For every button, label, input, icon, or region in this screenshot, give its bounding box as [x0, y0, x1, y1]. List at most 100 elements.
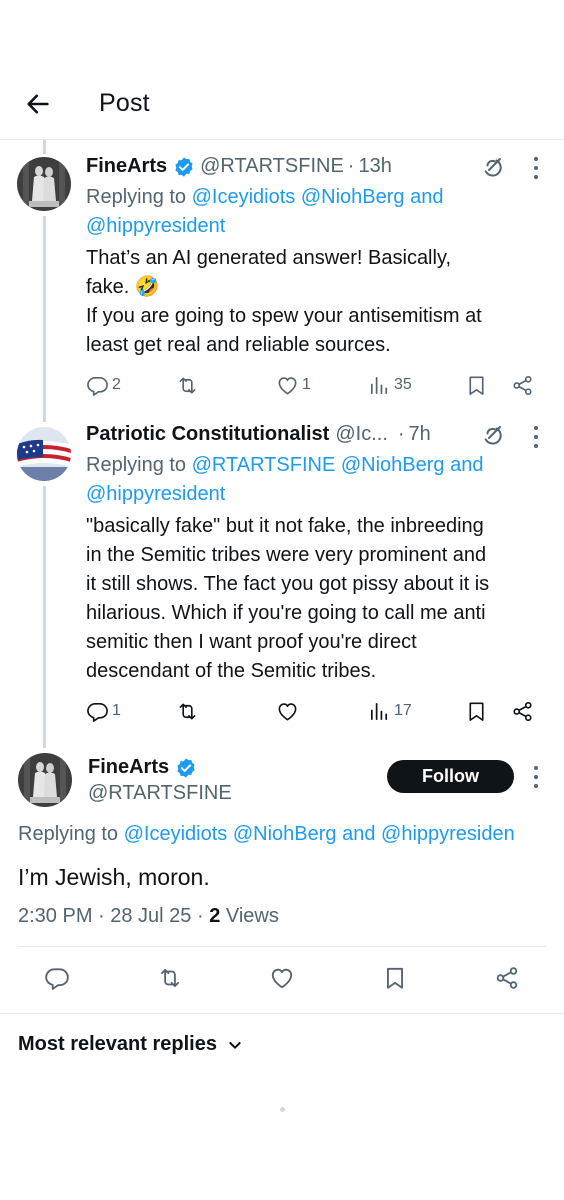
repost-button[interactable]	[157, 965, 183, 996]
timestamp[interactable]: 7h	[409, 423, 431, 446]
mention-link[interactable]: @RTARTSFINE	[192, 454, 336, 476]
user-handle[interactable]: @RTARTSFINE	[88, 782, 232, 805]
back-button[interactable]	[22, 88, 54, 120]
user-handle[interactable]: @Ic...	[335, 423, 388, 446]
repost-icon	[157, 965, 183, 991]
grok-icon[interactable]	[480, 423, 504, 452]
post-text: I’m Jewish, moron.	[18, 864, 210, 890]
verified-badge-icon	[175, 757, 197, 779]
avatar[interactable]	[18, 753, 72, 807]
bookmark-button[interactable]	[465, 370, 488, 400]
mention-link[interactable]: @hippyresiden	[381, 823, 515, 845]
display-name-row: FineArts	[88, 756, 202, 779]
views-chart-icon	[368, 700, 391, 723]
mention-link[interactable]: @Iceyidiots	[124, 823, 228, 845]
text-line: in the Semitic tribes were very prominen…	[86, 544, 487, 566]
bookmark-button[interactable]	[382, 965, 408, 996]
separator-dot: ·	[347, 155, 355, 177]
share-button[interactable]	[494, 965, 520, 996]
text-line: descendant of the Semitic tribes.	[86, 660, 377, 682]
post-actions	[0, 965, 564, 997]
follow-button[interactable]: Follow	[387, 760, 514, 793]
flag-avatar-image	[17, 427, 71, 481]
text-line: hilarious. Which if you're going to call…	[86, 602, 486, 624]
share-button[interactable]	[511, 696, 534, 726]
heart-icon	[269, 965, 295, 991]
bookmark-icon	[465, 700, 488, 723]
grok-icon[interactable]	[480, 155, 504, 184]
more-vertical-icon[interactable]	[526, 766, 546, 788]
repost-button[interactable]	[176, 696, 199, 726]
display-name[interactable]: FineArts	[86, 155, 167, 178]
thread-line	[43, 486, 46, 748]
separator-dot: ·	[397, 423, 405, 445]
mention-link[interactable]: @NiohBerg	[341, 454, 445, 476]
heart-icon	[276, 700, 299, 723]
top-app-bar: Post	[0, 70, 564, 140]
like-button[interactable]	[269, 965, 295, 996]
post-meta: 2:30 PM · 28 Jul 25 · 2 Views	[18, 905, 279, 928]
text-line: "basically fake" but it not fake, the in…	[86, 515, 484, 537]
text-line: semitic then I want proof you're direct	[86, 631, 417, 653]
more-vertical-icon[interactable]	[526, 426, 546, 448]
reply-button[interactable]	[44, 965, 70, 996]
reply-icon	[86, 700, 109, 723]
divider	[18, 946, 547, 947]
bookmark-icon	[382, 965, 408, 991]
tweet-header: Patriotic Constitutionalist @Ic... · 7h	[86, 423, 431, 446]
reply-sort-dropdown[interactable]: Most relevant replies	[18, 1033, 243, 1056]
tweet-text: "basically fake" but it not fake, the in…	[86, 512, 556, 686]
timestamp[interactable]: 13h	[358, 155, 391, 178]
replying-to: Replying to @Iceyidiots @NiohBerg and @hi…	[86, 186, 444, 237]
views-count[interactable]: 2	[209, 905, 220, 927]
more-vertical-icon[interactable]	[526, 157, 546, 179]
heart-icon	[276, 374, 299, 397]
views-button[interactable]: 35	[368, 370, 412, 400]
mention-link[interactable]: @NiohBerg	[301, 186, 405, 208]
sort-label: Most relevant replies	[18, 1033, 217, 1055]
mention-link[interactable]: @hippyresident	[86, 483, 225, 505]
repost-icon	[176, 700, 199, 723]
tweet-text: That’s an AI generated answer! Basically…	[86, 244, 556, 360]
reply-icon	[44, 965, 70, 991]
views-button[interactable]: 17	[368, 696, 412, 726]
avatar[interactable]	[17, 427, 71, 481]
statue-avatar-image	[17, 157, 71, 211]
views-label: Views	[220, 905, 279, 927]
text-line: it still shows. The fact you got pissy a…	[86, 573, 490, 595]
post-timestamp[interactable]: 2:30 PM · 28 Jul 25 ·	[18, 905, 209, 927]
like-button[interactable]: 1	[276, 370, 311, 400]
mention-link[interactable]: @Iceyidiots	[192, 186, 296, 208]
text-line: That’s an AI generated answer! Basically…	[86, 247, 452, 269]
share-button[interactable]	[511, 370, 534, 400]
bookmark-button[interactable]	[465, 696, 488, 726]
text-line: least get real and reliable sources.	[86, 334, 391, 356]
thread-line	[43, 216, 46, 422]
repost-button[interactable]	[176, 370, 199, 400]
text-line: If you are going to spew your antisemiti…	[86, 305, 482, 327]
reply-button[interactable]: 2	[86, 370, 121, 400]
text-line: fake. 🤣	[86, 276, 160, 298]
mention-link[interactable]: @hippyresident	[86, 215, 225, 237]
arrow-left-icon	[27, 94, 49, 114]
display-name[interactable]: FineArts	[88, 756, 169, 779]
avatar[interactable]	[17, 157, 71, 211]
display-name[interactable]: Patriotic Constitutionalist	[86, 423, 329, 446]
bookmark-icon	[465, 374, 488, 397]
share-icon	[511, 374, 534, 397]
mention-link[interactable]: @NiohBerg	[233, 823, 337, 845]
user-handle[interactable]: @RTARTSFINE	[200, 155, 344, 178]
share-icon	[511, 700, 534, 723]
statue-avatar-image	[18, 753, 72, 807]
divider	[0, 1013, 564, 1014]
share-icon	[494, 965, 520, 991]
reply-icon	[86, 374, 109, 397]
reply-button[interactable]: 1	[86, 696, 121, 726]
replying-to: Replying to @RTARTSFINE @NiohBerg and @hi…	[86, 454, 484, 505]
tweet-header: FineArts @RTARTSFINE · 13h	[86, 155, 392, 178]
like-button[interactable]	[276, 696, 299, 726]
verified-badge-icon	[173, 156, 195, 178]
page-title: Post	[99, 89, 150, 117]
tweet-actions: 1 17	[86, 696, 546, 726]
replying-to: Replying to @Iceyidiots @NiohBerg and @h…	[18, 823, 515, 845]
